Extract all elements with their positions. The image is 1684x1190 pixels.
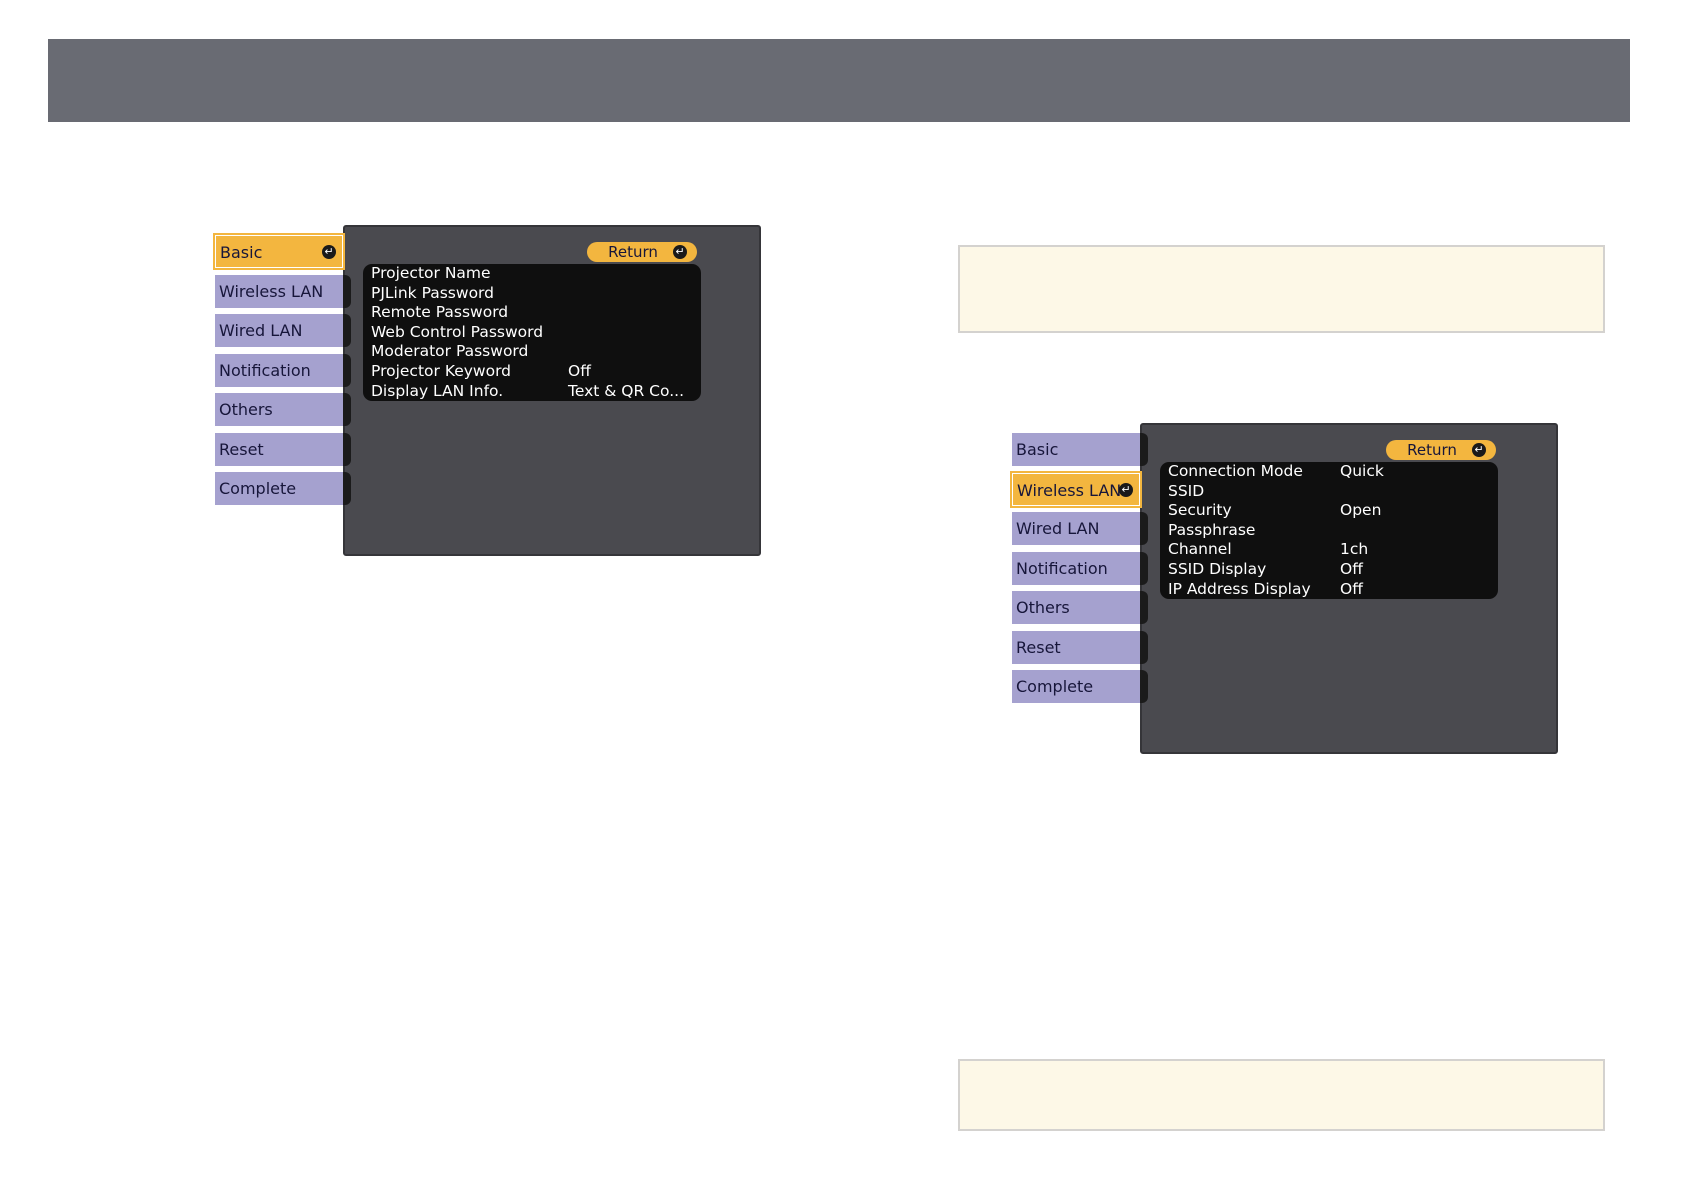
setting-label: Remote Password	[371, 303, 509, 322]
settings-panel: Return ↵ Projector Name PJLink Password Re…	[343, 225, 761, 556]
setting-row-projector-keyword[interactable]: Projector Keyword Off	[363, 362, 701, 382]
enter-icon: ↵	[1472, 443, 1486, 457]
tab-others[interactable]: Others	[215, 393, 343, 426]
tab-divider	[1140, 551, 1148, 585]
setting-value: Open	[1340, 501, 1382, 520]
setting-label: Web Control Password	[371, 322, 544, 341]
setting-value: Quick	[1340, 462, 1384, 480]
setting-row-pjlink-password[interactable]: PJLink Password	[363, 284, 701, 304]
setting-value: Text & QR Co...	[568, 381, 685, 400]
tab-wireless-lan[interactable]: Wireless LAN ↵	[1012, 472, 1140, 506]
tab-wired-lan[interactable]: Wired LAN	[1012, 512, 1140, 545]
tab-divider	[1140, 433, 1148, 466]
note-box-bottom	[958, 1059, 1605, 1131]
setting-value: Off	[1340, 559, 1363, 578]
tab-divider	[343, 393, 351, 426]
tab-divider	[343, 314, 351, 347]
setting-label: Projector Name	[371, 264, 491, 282]
setting-value: 1ch	[1340, 540, 1369, 559]
tab-label: Complete	[219, 479, 297, 498]
setting-row-ssid-display[interactable]: SSID Display Off	[1160, 560, 1498, 580]
return-label: Return	[1407, 441, 1457, 459]
setting-row-security[interactable]: Security Open	[1160, 501, 1498, 521]
tab-others[interactable]: Others	[1012, 591, 1140, 624]
setting-row-web-control-password[interactable]: Web Control Password	[363, 323, 701, 343]
setting-label: PJLink Password	[371, 283, 494, 302]
settings-list: Connection Mode Quick SSID Security Open Pass…	[1160, 462, 1498, 600]
tab-label: Others	[219, 400, 273, 419]
tab-divider	[343, 472, 351, 505]
setting-row-display-lan-info[interactable]: Display LAN Info. Text & QR Co...	[363, 382, 701, 402]
setting-row-ssid[interactable]: SSID	[1160, 482, 1498, 502]
tab-label: Others	[1016, 598, 1070, 617]
setting-label: Channel	[1168, 540, 1232, 559]
tab-divider	[343, 353, 351, 387]
return-button[interactable]: Return ↵	[587, 242, 697, 262]
tab-complete[interactable]: Complete	[215, 472, 343, 505]
tab-label: Wireless LAN	[219, 281, 324, 301]
settings-panel: Return ↵ Connection Mode Quick SSID Securit…	[1140, 423, 1558, 754]
header-bar	[48, 39, 1630, 122]
setting-label: Display LAN Info.	[371, 381, 504, 400]
setting-row-ip-address-display[interactable]: IP Address Display Off	[1160, 580, 1498, 600]
tab-basic[interactable]: Basic ↵	[215, 235, 343, 268]
setting-row-passphrase[interactable]: Passphrase	[1160, 521, 1498, 541]
tab-divider	[1140, 670, 1148, 703]
tab-reset[interactable]: Reset	[215, 432, 343, 466]
setting-label: Passphrase	[1168, 520, 1256, 539]
setting-value: Off	[1340, 579, 1363, 598]
setting-label: IP Address Display	[1168, 579, 1311, 598]
return-button[interactable]: Return ↵	[1386, 440, 1496, 460]
tab-label: Notification	[1016, 558, 1108, 578]
tab-wired-lan[interactable]: Wired LAN	[215, 314, 343, 347]
return-label: Return	[608, 243, 658, 261]
tab-label: Basic	[220, 243, 263, 262]
tab-label: Wired LAN	[1016, 519, 1100, 538]
tab-divider	[343, 432, 351, 466]
tab-notification[interactable]: Notification	[215, 353, 343, 387]
tab-divider	[343, 274, 351, 308]
tab-reset[interactable]: Reset	[1012, 630, 1140, 664]
tab-label: Reset	[219, 439, 264, 459]
enter-icon: ↵	[1119, 482, 1133, 497]
setting-row-connection-mode[interactable]: Connection Mode Quick	[1160, 462, 1498, 482]
setting-label: SSID Display	[1168, 559, 1267, 578]
tab-label: Notification	[219, 360, 311, 380]
enter-icon: ↵	[322, 245, 336, 259]
tab-label: Complete	[1016, 677, 1094, 696]
tab-wireless-lan[interactable]: Wireless LAN	[215, 274, 343, 308]
note-box-top	[958, 245, 1605, 333]
setting-label: Connection Mode	[1168, 462, 1303, 480]
tab-label: Wired LAN	[219, 321, 303, 340]
tab-label: Reset	[1016, 637, 1061, 657]
setting-row-remote-password[interactable]: Remote Password	[363, 303, 701, 323]
setting-label: Security	[1168, 501, 1232, 520]
setting-label: SSID	[1168, 481, 1205, 500]
tab-divider	[1140, 630, 1148, 664]
tab-basic[interactable]: Basic	[1012, 433, 1140, 466]
tab-divider	[1140, 591, 1148, 624]
setting-value: Off	[568, 361, 591, 380]
tab-notification[interactable]: Notification	[1012, 551, 1140, 585]
setting-row-moderator-password[interactable]: Moderator Password	[363, 342, 701, 362]
enter-icon: ↵	[673, 245, 687, 259]
setting-row-channel[interactable]: Channel 1ch	[1160, 540, 1498, 560]
setting-label: Moderator Password	[371, 342, 529, 361]
tab-divider	[1140, 512, 1148, 545]
tab-label: Wireless LAN	[1017, 480, 1122, 500]
setting-label: Projector Keyword	[371, 361, 512, 380]
tab-label: Basic	[1016, 440, 1059, 459]
setting-row-projector-name[interactable]: Projector Name	[363, 264, 701, 284]
tab-complete[interactable]: Complete	[1012, 670, 1140, 703]
settings-list: Projector Name PJLink Password Remote Pass…	[363, 264, 701, 402]
